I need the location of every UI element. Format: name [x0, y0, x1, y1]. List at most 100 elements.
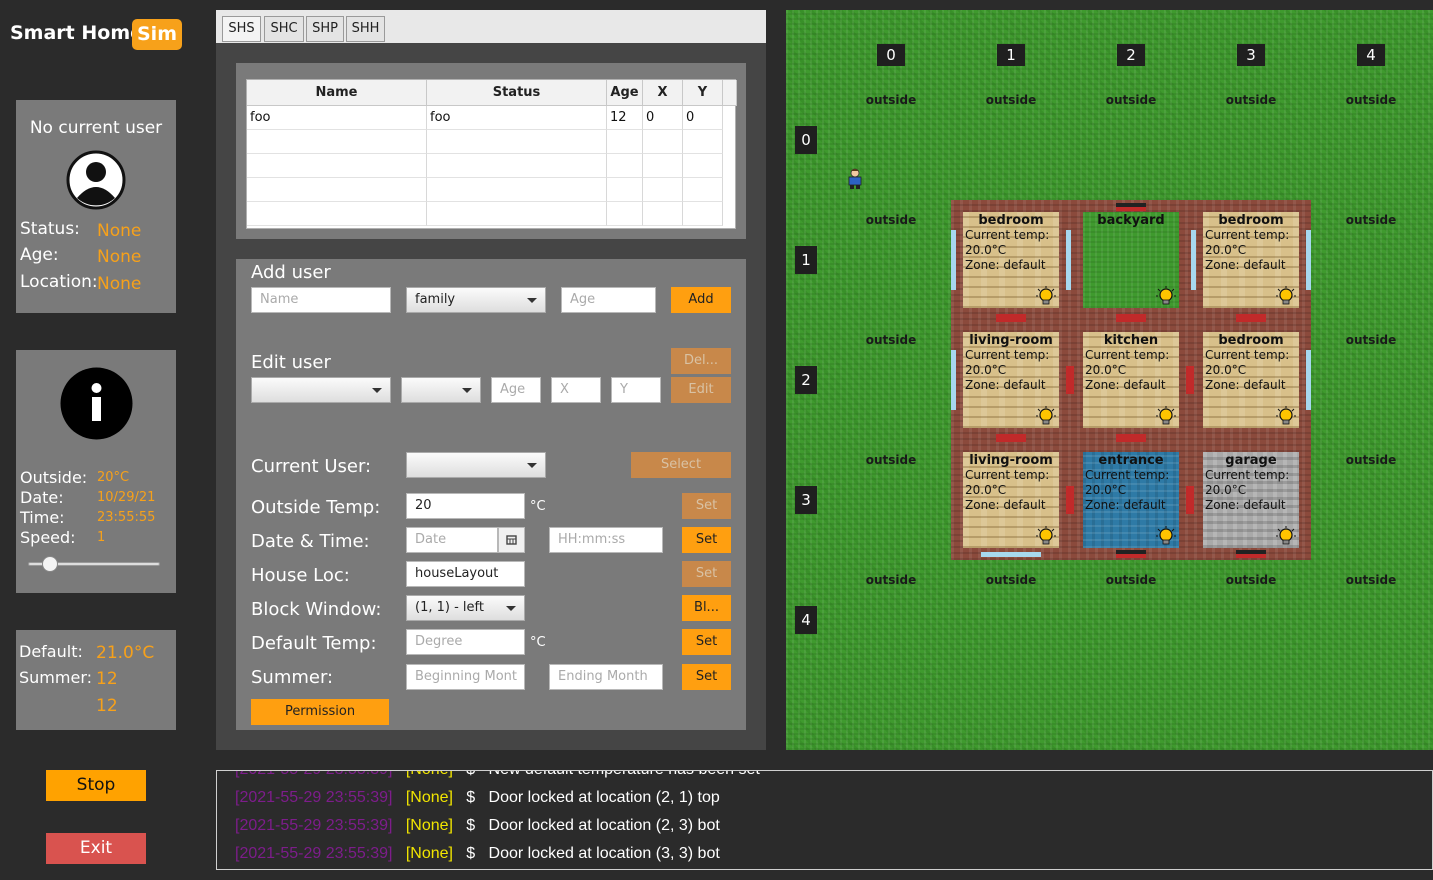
- tab-shc[interactable]: SHC: [264, 16, 304, 42]
- user-avatar-icon[interactable]: [846, 168, 864, 190]
- edit-y-input[interactable]: Y: [611, 377, 661, 403]
- date-input[interactable]: Date: [406, 527, 498, 553]
- empty-cell: [643, 130, 683, 154]
- edit-x-input[interactable]: X: [551, 377, 601, 403]
- default-temp-unit: °C: [530, 635, 546, 650]
- room-temp-label: Current temp:: [1085, 468, 1170, 482]
- edit-age-input[interactable]: Age: [491, 377, 541, 403]
- room-tile[interactable]: backyard: [1083, 212, 1179, 308]
- door[interactable]: [1186, 366, 1194, 394]
- add-age-input[interactable]: Age: [561, 287, 656, 313]
- light-bulb-icon[interactable]: [1036, 526, 1056, 546]
- empty-cell: [643, 202, 683, 226]
- chevron-down-icon: [372, 388, 382, 393]
- summer-begin-input[interactable]: Beginning Mont: [406, 664, 525, 690]
- light-bulb-icon[interactable]: [1276, 406, 1296, 426]
- door[interactable]: [1066, 366, 1074, 394]
- col-header-status[interactable]: Status: [427, 80, 607, 106]
- role-select[interactable]: family: [406, 287, 546, 313]
- set-house-loc-button[interactable]: Set: [682, 561, 731, 587]
- light-bulb-icon[interactable]: [1036, 406, 1056, 426]
- speed-slider-thumb[interactable]: [42, 556, 58, 572]
- col-header-name[interactable]: Name: [247, 80, 427, 106]
- app-badge: Sim: [132, 19, 182, 50]
- light-bulb-icon[interactable]: [1156, 286, 1176, 306]
- room-tile[interactable]: bedroom Current temp: 20.0°C Zone: default: [1203, 332, 1299, 428]
- set-datetime-button[interactable]: Set: [682, 527, 731, 553]
- map-column-number: 3: [1237, 44, 1265, 66]
- door[interactable]: [996, 434, 1026, 442]
- room-tile[interactable]: bedroom Current temp: 20.0°C Zone: default: [963, 212, 1059, 308]
- default-temp-label: Default:: [19, 642, 83, 661]
- stop-button[interactable]: Stop: [46, 770, 146, 801]
- room-tile[interactable]: living-room Current temp: 20.0°C Zone: defa…: [963, 332, 1059, 428]
- current-user-select[interactable]: [406, 452, 546, 478]
- map-row-number: 0: [795, 126, 817, 154]
- cell-name[interactable]: foo: [247, 106, 427, 130]
- window[interactable]: [951, 350, 956, 410]
- door[interactable]: [996, 314, 1026, 322]
- room-temp-value: 20.0°C: [965, 363, 1007, 377]
- window[interactable]: [981, 552, 1041, 557]
- col-header-age[interactable]: Age: [607, 80, 643, 106]
- tab-shp[interactable]: SHP: [306, 16, 344, 42]
- room-zone: Zone: default: [965, 258, 1046, 272]
- window[interactable]: [1066, 230, 1071, 290]
- time-input[interactable]: HH:mm:ss: [549, 527, 663, 553]
- role-select-value: family: [415, 292, 456, 307]
- window[interactable]: [1306, 230, 1311, 290]
- window[interactable]: [1191, 230, 1196, 290]
- window[interactable]: [1306, 350, 1311, 410]
- room-tile[interactable]: garage Current temp: 20.0°C Zone: default: [1203, 452, 1299, 548]
- cell-age[interactable]: 12: [607, 106, 643, 130]
- outside-label: outside: [865, 93, 917, 107]
- default-temp-input[interactable]: Degree: [406, 629, 525, 655]
- door[interactable]: [1116, 314, 1146, 322]
- door[interactable]: [1116, 434, 1146, 442]
- edit-user-button[interactable]: Edit: [671, 377, 731, 403]
- add-user-button[interactable]: Add: [671, 287, 731, 313]
- calendar-icon[interactable]: [498, 527, 525, 553]
- light-bulb-icon[interactable]: [1156, 526, 1176, 546]
- col-header-y[interactable]: Y: [683, 80, 723, 106]
- edit-role-select[interactable]: [401, 377, 481, 403]
- locked-door[interactable]: [1116, 550, 1146, 554]
- tab-shs[interactable]: SHS: [222, 16, 261, 42]
- outside-temp-input[interactable]: 20: [406, 493, 525, 519]
- light-bulb-icon[interactable]: [1156, 406, 1176, 426]
- cell-x[interactable]: 0: [643, 106, 683, 130]
- set-default-temp-button[interactable]: Set: [682, 629, 731, 655]
- house-loc-input[interactable]: houseLayout: [406, 561, 525, 587]
- map-column-number: 4: [1357, 44, 1385, 66]
- set-outside-temp-button[interactable]: Set: [682, 493, 731, 519]
- door[interactable]: [1066, 486, 1074, 514]
- door[interactable]: [1236, 314, 1266, 322]
- window[interactable]: [951, 230, 956, 290]
- map-column-number: 2: [1117, 44, 1145, 66]
- door[interactable]: [1186, 486, 1194, 514]
- col-header-x[interactable]: X: [643, 80, 683, 106]
- delete-user-button[interactable]: Del...: [671, 348, 731, 374]
- permission-button[interactable]: Permission: [251, 699, 389, 725]
- edit-user-select[interactable]: [251, 377, 391, 403]
- locked-door[interactable]: [1236, 550, 1266, 554]
- room-tile[interactable]: living-room Current temp: 20.0°C Zone: defa…: [963, 452, 1059, 548]
- console-log[interactable]: [2021-55-29 23:55:39] [None] $ New defau…: [216, 770, 1433, 870]
- room-tile[interactable]: entrance Current temp: 20.0°C Zone: default: [1083, 452, 1179, 548]
- cell-status[interactable]: foo: [427, 106, 607, 130]
- room-tile[interactable]: kitchen Current temp: 20.0°C Zone: default: [1083, 332, 1179, 428]
- block-window-select[interactable]: (1, 1) - left: [406, 595, 525, 621]
- select-user-button[interactable]: Select: [631, 452, 731, 478]
- block-window-button[interactable]: Bl...: [682, 595, 731, 621]
- add-name-input[interactable]: Name: [251, 287, 391, 313]
- summer-end-input[interactable]: Ending Month: [549, 664, 663, 690]
- light-bulb-icon[interactable]: [1276, 526, 1296, 546]
- exit-button[interactable]: Exit: [46, 833, 146, 864]
- set-summer-button[interactable]: Set: [682, 664, 731, 690]
- light-bulb-icon[interactable]: [1036, 286, 1056, 306]
- cell-y[interactable]: 0: [683, 106, 723, 130]
- tab-shh[interactable]: SHH: [346, 16, 385, 42]
- room-tile[interactable]: bedroom Current temp: 20.0°C Zone: default: [1203, 212, 1299, 308]
- locked-door[interactable]: [1116, 203, 1146, 207]
- light-bulb-icon[interactable]: [1276, 286, 1296, 306]
